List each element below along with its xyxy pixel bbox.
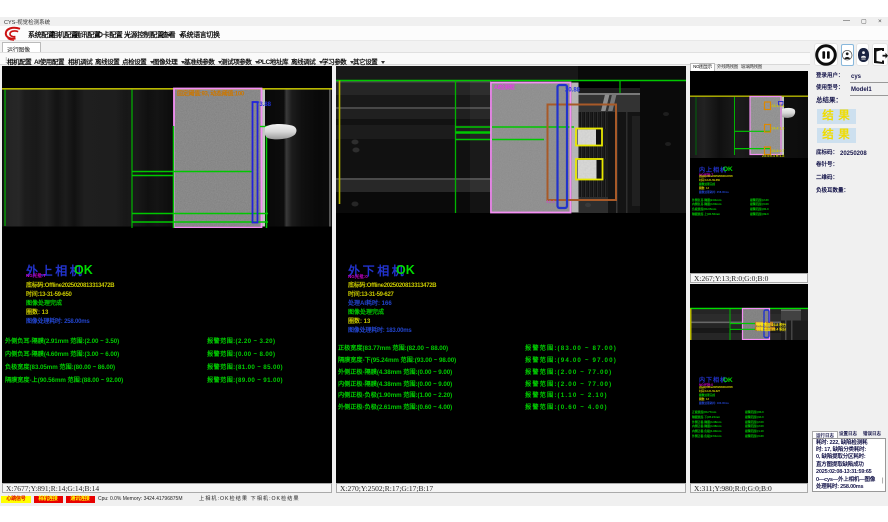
svg-text:24.4:0.7: 24.4:0.7 xyxy=(772,149,785,153)
svg-text:负耳宽度:23.8 积分: 负耳宽度:23.8 积分 xyxy=(757,322,787,327)
svg-text:73.88: 73.88 xyxy=(256,102,272,108)
svg-text:AI检测框: AI检测框 xyxy=(494,83,515,91)
svg-text:24.4:0.4: 24.4:0.4 xyxy=(772,104,785,108)
svg-text:42.4: 42.4 xyxy=(546,199,555,204)
svg-text:20.88: 20.88 xyxy=(565,88,581,94)
svg-text:负耳宽度:23.4 积分: 负耳宽度:23.4 积分 xyxy=(757,326,787,331)
svg-text:固定阈值:93, 动态阈值:100: 固定阈值:93, 动态阈值:100 xyxy=(177,90,245,98)
svg-text:24.4:1.3: 24.4:1.3 xyxy=(772,127,785,131)
